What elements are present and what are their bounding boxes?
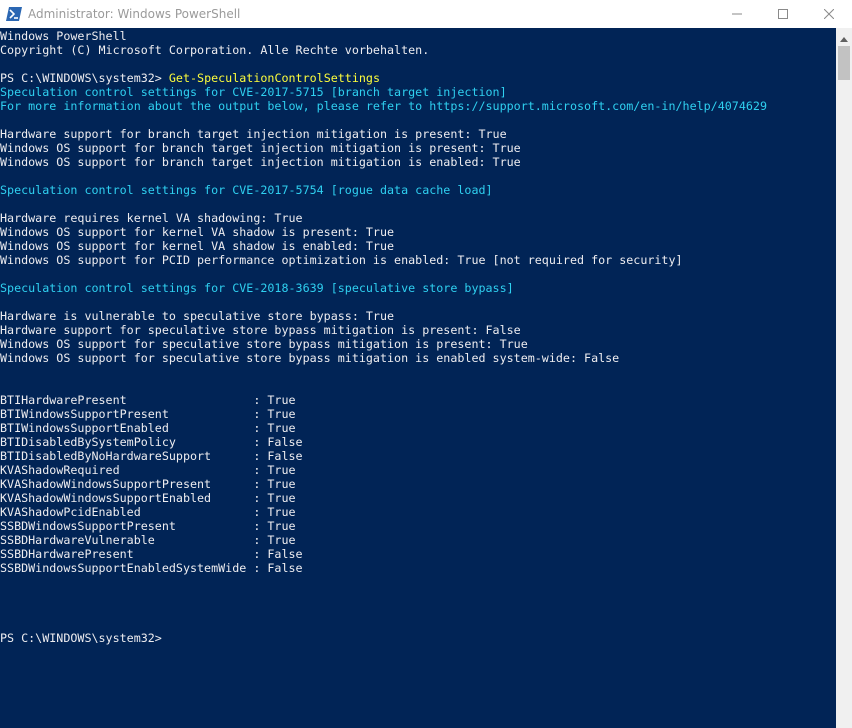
console-line: BTIWindowsSupportPresent : True: [0, 407, 767, 421]
console-line: SSBDHardwarePresent : False: [0, 547, 767, 561]
console-text: SSBDHardwarePresent : False: [0, 547, 303, 561]
console-output[interactable]: Windows PowerShell Copyright (C) Microsof…: [0, 28, 836, 728]
scroll-up-button[interactable]: [836, 28, 852, 45]
scroll-thumb[interactable]: [838, 46, 850, 80]
console-line: Speculation control settings for CVE-201…: [0, 85, 767, 99]
console-text: SSBDWindowsSupportPresent : True: [0, 519, 296, 533]
close-icon: [824, 9, 834, 19]
console-line: Hardware support for speculative store b…: [0, 323, 767, 337]
console-text: Speculation control settings for CVE-201…: [0, 183, 493, 197]
console-text: Speculation control settings for CVE-201…: [0, 85, 507, 99]
powershell-icon[interactable]: [6, 6, 22, 22]
console-line: Windows OS support for speculative store…: [0, 337, 767, 351]
console-line: Windows OS support for kernel VA shadow …: [0, 239, 767, 253]
console-text: PS C:\WINDOWS\system32>: [0, 631, 169, 645]
console-line: Speculation control settings for CVE-201…: [0, 183, 767, 197]
console-text: Windows OS support for kernel VA shadow …: [0, 239, 395, 253]
console-line: BTIDisabledBySystemPolicy : False: [0, 435, 767, 449]
console-text: BTIDisabledBySystemPolicy : False: [0, 435, 303, 449]
console-line: Windows OS support for kernel VA shadow …: [0, 225, 767, 239]
console-line: Speculation control settings for CVE-201…: [0, 281, 767, 295]
console-line: Windows PowerShell: [0, 29, 767, 43]
console-text: Hardware is vulnerable to speculative st…: [0, 309, 395, 323]
console-text: Windows OS support for branch target inj…: [0, 155, 521, 169]
console-lines: Windows PowerShell Copyright (C) Microsof…: [0, 29, 767, 645]
minimize-button[interactable]: [714, 0, 760, 28]
console-text: Hardware support for speculative store b…: [0, 323, 521, 337]
console-text: BTIWindowsSupportEnabled : True: [0, 421, 296, 435]
console-line: SSBDWindowsSupportEnabledSystemWide : Fa…: [0, 561, 767, 575]
console-line: KVAShadowWindowsSupportEnabled : True: [0, 491, 767, 505]
console-text: KVAShadowPcidEnabled : True: [0, 505, 296, 519]
console-line: BTIDisabledByNoHardwareSupport : False: [0, 449, 767, 463]
maximize-button[interactable]: [760, 0, 806, 28]
console-line: Copyright (C) Microsoft Corporation. All…: [0, 43, 767, 57]
console-line: KVAShadowWindowsSupportPresent : True: [0, 477, 767, 491]
console-text: Speculation control settings for CVE-201…: [0, 281, 514, 295]
console-line: Hardware requires kernel VA shadowing: T…: [0, 211, 767, 225]
window-title: Administrator: Windows PowerShell: [28, 7, 241, 21]
console-command: Get-SpeculationControlSettings: [168, 71, 380, 85]
console-line: Hardware support for branch target injec…: [0, 127, 767, 141]
maximize-icon: [778, 9, 788, 19]
close-button[interactable]: [806, 0, 852, 28]
console-text: Windows OS support for branch target inj…: [0, 141, 521, 155]
console-text: For more information about the output be…: [0, 99, 767, 113]
console-text: SSBDHardwareVulnerable : True: [0, 533, 296, 547]
console-text: Copyright (C) Microsoft Corporation. All…: [0, 43, 430, 57]
console-text: Windows PowerShell: [0, 29, 127, 43]
console-line: KVAShadowPcidEnabled : True: [0, 505, 767, 519]
console-line: SSBDHardwareVulnerable : True: [0, 533, 767, 547]
console-line: Windows OS support for PCID performance …: [0, 253, 767, 267]
console-line: PS C:\WINDOWS\system32>: [0, 631, 767, 645]
console-text: Windows OS support for speculative store…: [0, 337, 528, 351]
console-line: KVAShadowRequired : True: [0, 463, 767, 477]
console-text: Hardware support for branch target injec…: [0, 127, 507, 141]
console-line: Windows OS support for branch target inj…: [0, 155, 767, 169]
console-line: BTIHardwarePresent : True: [0, 393, 767, 407]
vertical-scrollbar[interactable]: [836, 28, 852, 728]
console-text: Windows OS support for speculative store…: [0, 351, 620, 365]
console-line: SSBDWindowsSupportPresent : True: [0, 519, 767, 533]
console-line: Windows OS support for branch target inj…: [0, 141, 767, 155]
scroll-up-arrow-icon: [840, 27, 848, 46]
console-text: KVAShadowRequired : True: [0, 463, 296, 477]
console-text: BTIWindowsSupportPresent : True: [0, 407, 296, 421]
console-text: KVAShadowWindowsSupportEnabled : True: [0, 491, 296, 505]
title-bar[interactable]: Administrator: Windows PowerShell: [0, 0, 852, 28]
window-controls: [714, 0, 852, 28]
console-text: KVAShadowWindowsSupportPresent : True: [0, 477, 296, 491]
console-line: For more information about the output be…: [0, 99, 767, 113]
console-text: Hardware requires kernel VA shadowing: T…: [0, 211, 303, 225]
console-line: Hardware is vulnerable to speculative st…: [0, 309, 767, 323]
console-text: Windows OS support for PCID performance …: [0, 253, 683, 267]
console-line: PS C:\WINDOWS\system32> Get-SpeculationC…: [0, 71, 767, 85]
console-line: Windows OS support for speculative store…: [0, 351, 767, 365]
minimize-icon: [732, 9, 742, 19]
console-text: BTIDisabledByNoHardwareSupport : False: [0, 449, 303, 463]
console-text: SSBDWindowsSupportEnabledSystemWide : Fa…: [0, 561, 303, 575]
console-text: PS C:\WINDOWS\system32>: [0, 71, 169, 85]
console-text: BTIHardwarePresent : True: [0, 393, 296, 407]
console-text: Windows OS support for kernel VA shadow …: [0, 225, 395, 239]
console-line: BTIWindowsSupportEnabled : True: [0, 421, 767, 435]
